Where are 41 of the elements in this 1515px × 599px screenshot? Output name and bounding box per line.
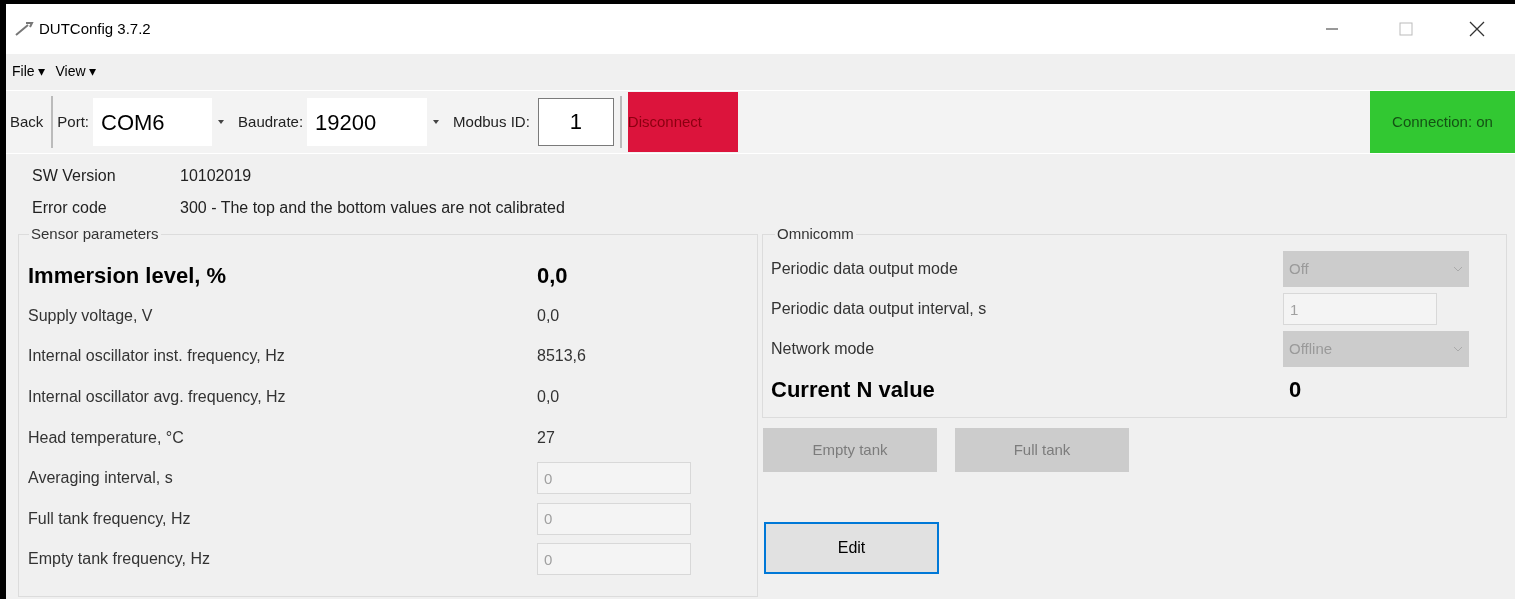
port-label: Port:	[57, 111, 90, 132]
parameter-label: Averaging interval, s	[28, 468, 174, 489]
dropdown-arrow-icon	[218, 120, 225, 124]
info-value: 300 - The top and the bottom values are not calibrated	[180, 198, 565, 218]
info-label: SW Version	[32, 166, 117, 186]
back-button[interactable]: Back	[6, 91, 48, 153]
parameter-label: Empty tank frequency, Hz	[28, 549, 211, 570]
disconnect-button[interactable]: Disconnect	[627, 92, 738, 152]
parameter-label: Head temperature, °C	[28, 427, 185, 448]
parameter-label: Periodic data output interval, s	[771, 299, 988, 319]
value-text: 27	[537, 427, 555, 448]
value-text: 0	[1288, 375, 1302, 404]
value-text: 0,0	[537, 387, 560, 408]
info-value: 10102019	[180, 166, 252, 186]
dropdown-arrow-icon	[433, 120, 440, 124]
parameter-label: Immersion level, %	[28, 261, 228, 290]
parameter-label: Supply voltage, V	[28, 305, 154, 326]
combo-box[interactable]: 19200	[307, 98, 446, 146]
connection-status: Connection: on	[1370, 91, 1515, 153]
close-icon[interactable]	[1469, 21, 1485, 37]
value-text: 0,0	[537, 305, 560, 326]
value-text: 0,0	[537, 261, 568, 290]
edit-button[interactable]: Edit	[764, 522, 939, 574]
modbus-id-label: Modbus ID:	[453, 111, 530, 132]
menu-item[interactable]: View ▾	[55, 60, 97, 82]
app-icon	[14, 21, 36, 37]
window-title: DUTConfig 3.7.2	[39, 18, 151, 39]
parameter-label: Internal oscillator avg. frequency, Hz	[28, 387, 287, 408]
baudrate-label: Baudrate:	[238, 111, 304, 132]
menu-item[interactable]: File ▾	[12, 60, 46, 82]
parameter-label: Periodic data output mode	[771, 259, 959, 279]
parameter-label: Network mode	[771, 339, 876, 359]
combo-box[interactable]: COM6	[93, 98, 231, 146]
info-label: Error code	[32, 198, 108, 218]
value-text: 8513,6	[537, 346, 586, 367]
parameter-label: Internal oscillator inst. frequency, Hz	[28, 346, 286, 367]
parameter-label: Current N value	[771, 375, 936, 404]
chevron-down-icon	[1453, 346, 1463, 352]
chevron-down-icon	[1453, 266, 1463, 272]
modbus-id-field[interactable]: 1	[537, 98, 614, 146]
parameter-label: Full tank frequency, Hz	[28, 508, 192, 529]
